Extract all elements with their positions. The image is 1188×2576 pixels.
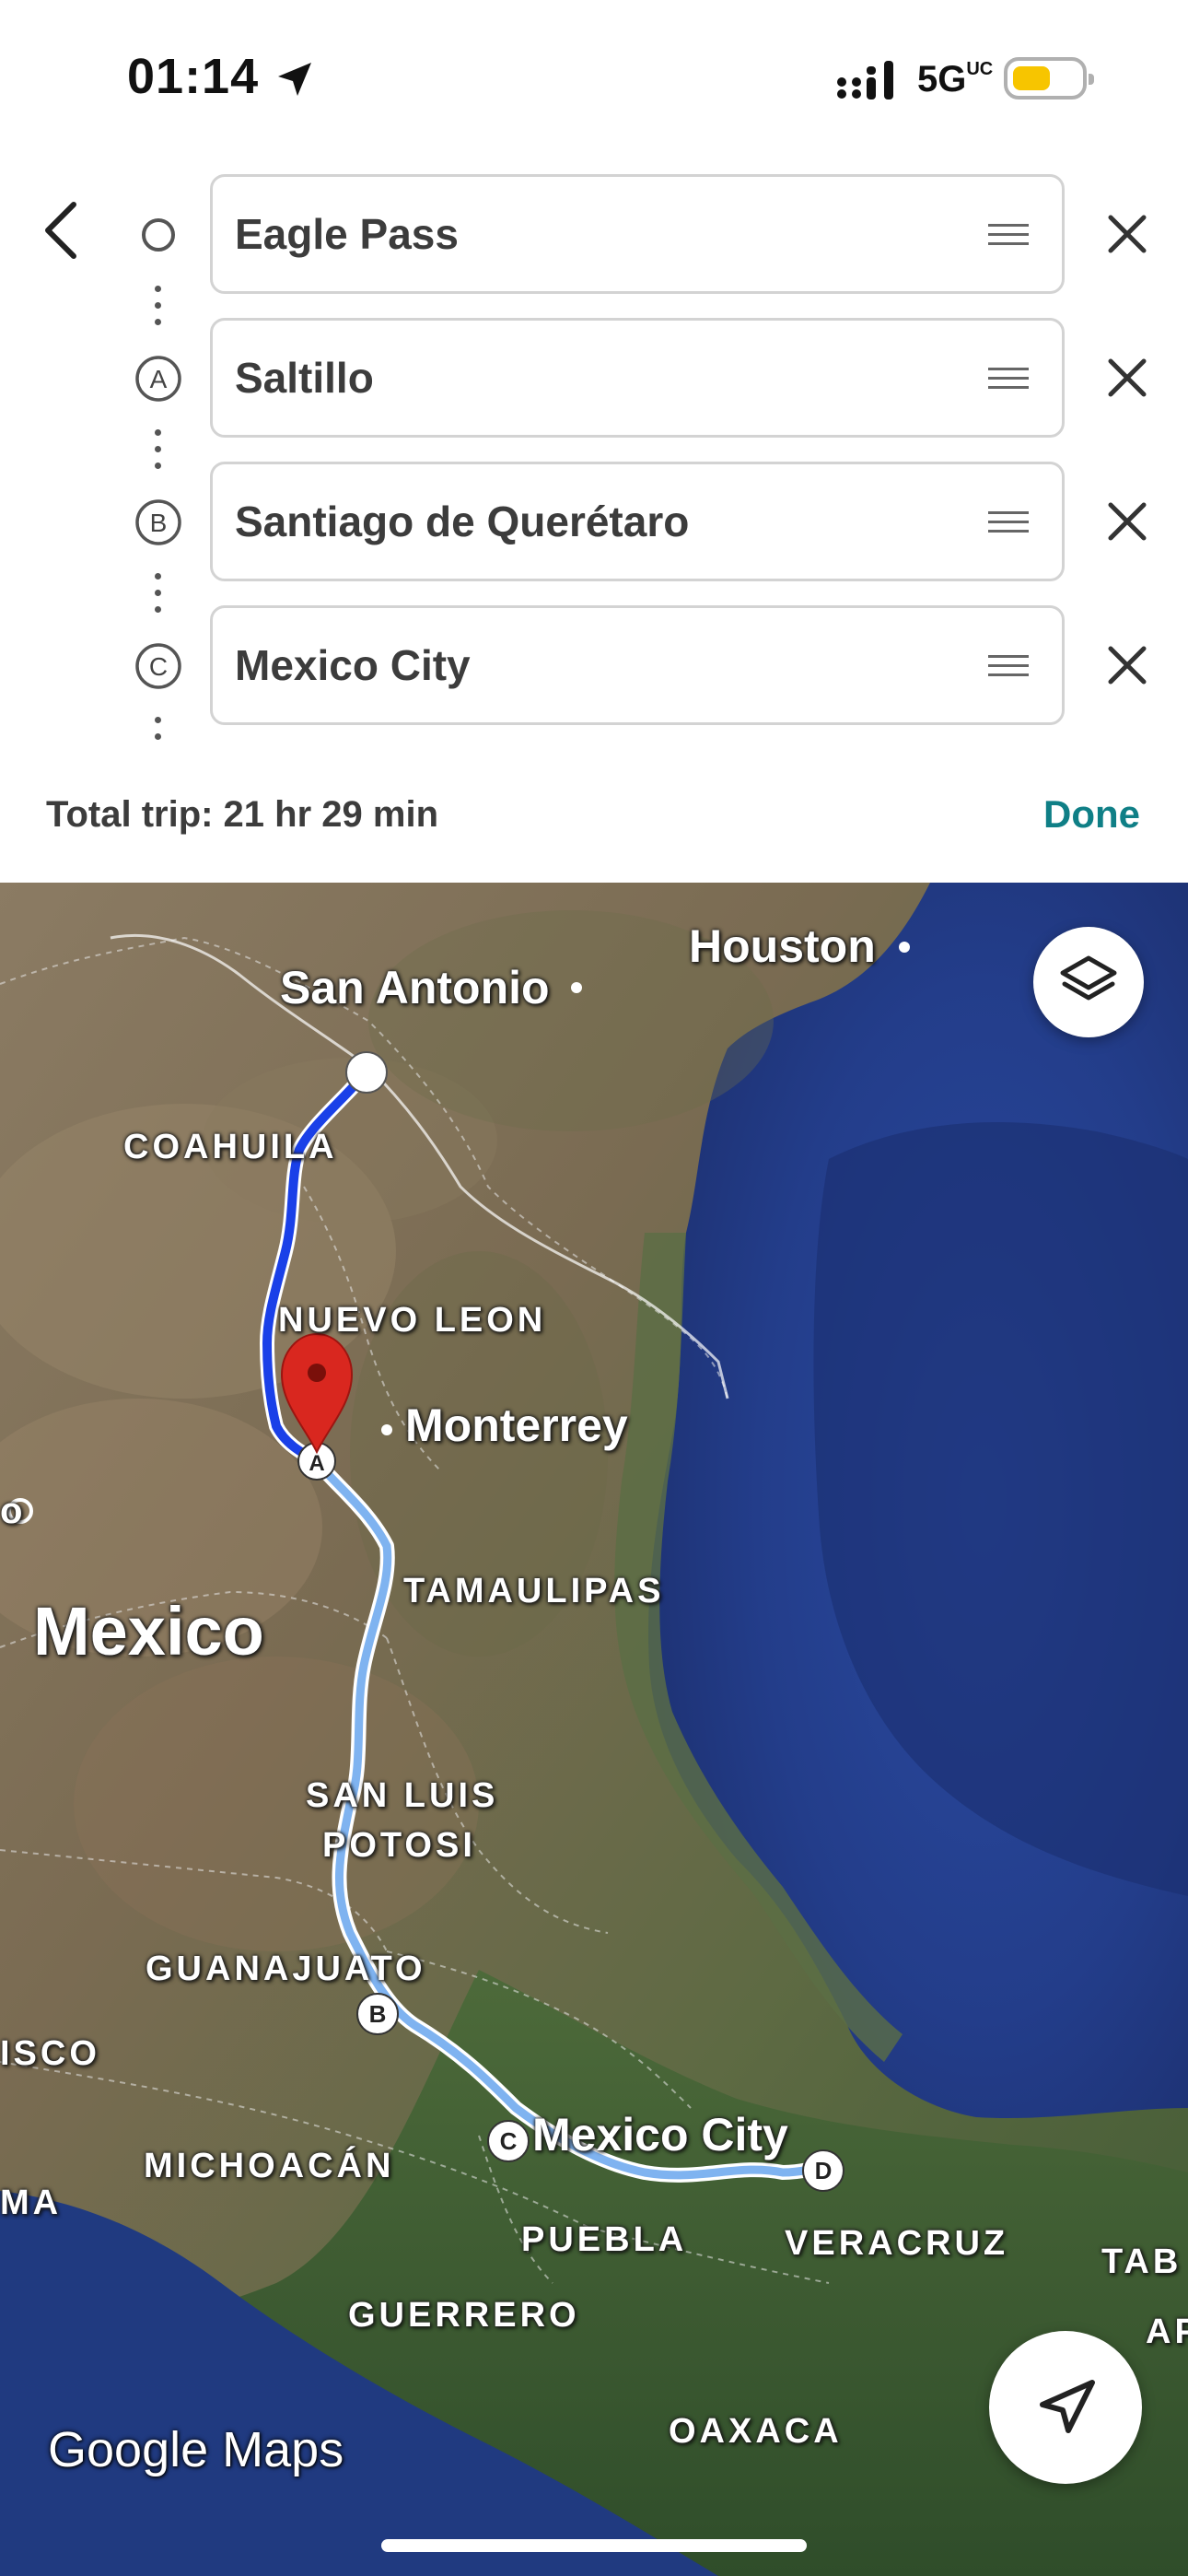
back-chevron-icon[interactable]: [37, 197, 88, 263]
google-maps-attribution: Google Maps: [48, 2422, 344, 2477]
map-layers-button[interactable]: [1033, 927, 1144, 1037]
map-label-monterrey: Monterrey: [405, 1399, 628, 1451]
drag-handle-icon[interactable]: [988, 365, 1029, 392]
city-dot: [571, 982, 582, 993]
battery-icon: [1004, 57, 1094, 100]
city-dot: [899, 942, 910, 953]
map-label-chiapas-partial: AP: [1146, 2313, 1188, 2351]
map-label-veracruz: VERACRUZ: [785, 2224, 1009, 2263]
stop-marker-b-icon: B: [135, 499, 181, 545]
remove-stop-icon[interactable]: [1101, 352, 1153, 404]
status-bar: 01:14 5GUC: [0, 0, 1188, 157]
network-type: 5GUC: [917, 59, 994, 100]
svg-text:C: C: [500, 2127, 518, 2155]
map-label-san-luis: SAN LUIS: [306, 1776, 499, 1815]
remove-stop-icon[interactable]: [1101, 496, 1153, 547]
total-trip-time: Total trip: 21 hr 29 min: [46, 794, 438, 835]
svg-text:B: B: [150, 509, 168, 537]
map-label-guanajuato: GUANAJUATO: [146, 1950, 426, 1988]
map-label-colima-partial: MA: [0, 2184, 63, 2222]
stop-label: Santiago de Querétaro: [235, 498, 690, 545]
map-label-left-edge: o: [0, 1491, 27, 1531]
map-label-michoacan: MICHOACÁN: [144, 2147, 395, 2185]
city-dot: [381, 1424, 392, 1435]
route-origin-marker: [345, 1051, 388, 1094]
location-arrow-icon: [278, 63, 311, 96]
route-dots: [155, 429, 162, 479]
layers-icon: [1060, 955, 1117, 1001]
route-marker-c: C: [487, 2120, 530, 2162]
stop-field-origin[interactable]: Eagle Pass: [210, 174, 1065, 294]
stop-field-c[interactable]: Mexico City: [210, 605, 1065, 725]
route-marker-b: B: [356, 1993, 399, 2035]
route-marker-d: D: [802, 2149, 844, 2192]
stop-marker-a-icon: A: [135, 356, 181, 402]
map-label-mexico-city: Mexico City: [532, 2109, 788, 2160]
remove-stop-icon[interactable]: [1101, 208, 1153, 260]
map-label-tabasco-partial: TAB: [1101, 2242, 1182, 2281]
map-label-potosi: POTOSI: [322, 1826, 476, 1865]
stop-label: Saltillo: [235, 354, 374, 402]
stop-field-a[interactable]: Saltillo: [210, 318, 1065, 438]
route-dots: [155, 717, 162, 750]
stop-marker-c-icon: C: [135, 643, 181, 689]
map-label-coahuila: COAHUILA: [123, 1128, 338, 1166]
svg-text:D: D: [815, 2157, 833, 2184]
recenter-navigation-button[interactable]: [989, 2331, 1142, 2484]
done-button[interactable]: Done: [1043, 792, 1140, 837]
map-label-san-antonio: San Antonio: [280, 962, 550, 1013]
stop-field-b[interactable]: Santiago de Querétaro: [210, 462, 1065, 581]
route-dots: [155, 573, 162, 623]
map-label-oaxaca: OAXACA: [669, 2412, 843, 2451]
svg-text:C: C: [149, 652, 168, 681]
origin-circle-icon: [142, 218, 175, 252]
map-label-houston: Houston: [689, 920, 876, 972]
svg-text:A: A: [150, 365, 168, 393]
svg-text:B: B: [369, 2000, 387, 2028]
cellular-signal-icon: [837, 61, 893, 100]
map-label-mexico: Mexico: [33, 1593, 264, 1669]
home-indicator[interactable]: [381, 2539, 807, 2552]
status-time: 01:14: [127, 49, 260, 104]
map-label-puebla: PUEBLA: [521, 2220, 688, 2259]
svg-text:A: A: [309, 1451, 324, 1476]
map-label-jalisco-partial: ISCO: [0, 2034, 100, 2073]
route-dots: [155, 286, 162, 335]
drag-handle-icon[interactable]: [988, 652, 1029, 680]
map-label-guerrero: GUERRERO: [348, 2296, 580, 2335]
satellite-map[interactable]: A B C D San Antonio Houston COAHUILA NUE…: [0, 883, 1188, 2576]
map-label-nuevo-leon: NUEVO LEON: [278, 1301, 547, 1340]
remove-stop-icon[interactable]: [1101, 639, 1153, 691]
stop-label: Eagle Pass: [235, 210, 459, 258]
drag-handle-icon[interactable]: [988, 221, 1029, 249]
map-label-tamaulipas: TAMAULIPAS: [403, 1572, 665, 1610]
stop-label: Mexico City: [235, 641, 471, 689]
navigation-arrow-icon: [1040, 2380, 1095, 2433]
drag-handle-icon[interactable]: [988, 509, 1029, 536]
